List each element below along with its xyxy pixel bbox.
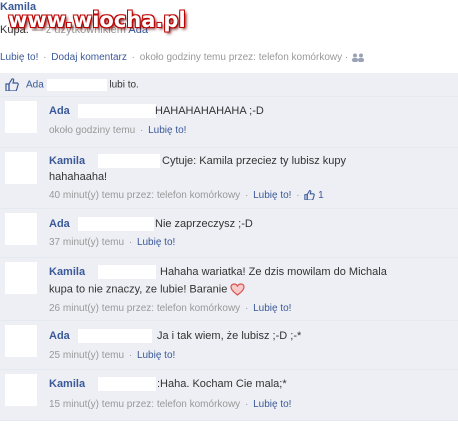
avatar[interactable] (5, 213, 37, 245)
comment-text: HAHAHAHAHAHA ;-D (155, 105, 264, 117)
comment-item: Ada Nie zaprzeczysz ;-D 37 minut(y) temu… (0, 209, 458, 258)
comment-text: Nie zaprzeczysz ;-D (155, 218, 253, 230)
comment-meta: około godziny temu · Lubię to! (49, 125, 186, 136)
comment-item: Kamila Hahaha wariatka! Ze dzis mowilam … (0, 258, 458, 321)
comment-text: Hahaha wariatka! Ze dzis mowilam do Mich… (160, 266, 387, 278)
avatar[interactable] (5, 325, 37, 357)
redaction (46, 79, 107, 91)
separator: · (244, 190, 249, 201)
avatar[interactable] (5, 262, 37, 294)
comment-time: 40 minut(y) temu przez: telefon komórkow… (49, 190, 241, 201)
likes-suffix: lubi to. (109, 79, 139, 91)
redaction (78, 217, 154, 231)
comment-text-line2: kupa to nie znaczy, ze lubie! Baranie (49, 283, 228, 296)
avatar[interactable] (5, 101, 37, 133)
likes-bar: Ada lubi to. (0, 73, 458, 97)
redaction (98, 265, 156, 279)
comment-time: 37 minut(y) temu (49, 237, 125, 248)
comment-meta: 40 minut(y) temu przez: telefon komórkow… (49, 190, 324, 201)
heart-emoticon (230, 283, 246, 296)
comment-item: Kamila Cytuje: Kamila przeciez ty lubisz… (0, 148, 458, 209)
comment-text: :Haha. Kocham Cie mala;* (157, 378, 287, 390)
comment-like-count[interactable]: 1 (318, 190, 324, 201)
thumbs-up-icon[interactable] (304, 190, 316, 201)
comment-item: Ada HAHAHAHAHAHA ;-D około godziny temu … (0, 97, 458, 148)
redaction (78, 104, 156, 118)
redaction (98, 377, 156, 391)
comment-time: 25 minut(y) temu (49, 350, 125, 361)
comment-meta: 26 minut(y) temu przez: telefon komórkow… (49, 303, 291, 314)
separator: · (131, 52, 135, 63)
comment-like-link[interactable]: Lubię to! (137, 350, 175, 361)
comment-like-link[interactable]: Lubię to! (148, 125, 186, 136)
separator: · (139, 125, 144, 136)
comment-author[interactable]: Ada (49, 105, 70, 117)
comment-like-link[interactable]: Lubię to! (137, 237, 175, 248)
separator: · (296, 190, 300, 201)
status-post: Kamila Kupa. — z użytkownikiem Ada www.w… (0, 0, 458, 70)
separator: · (128, 237, 133, 248)
post-meta: około godziny temu przez: telefon komórk… (139, 52, 349, 63)
comment-like-link[interactable]: Lubię to! (253, 303, 291, 314)
redaction (78, 329, 152, 343)
comment-text-line2-row: kupa to nie znaczy, ze lubie! Baranie (49, 283, 246, 296)
like-link[interactable]: Lubię to! (0, 52, 38, 63)
comment-text-line2: hahahaaha! (49, 171, 108, 183)
like-user[interactable]: Ada (26, 80, 44, 91)
avatar[interactable] (5, 152, 37, 184)
comment-meta: 37 minut(y) temu · Lubię to! (49, 237, 175, 248)
comment-time: 26 minut(y) temu przez: telefon komórkow… (49, 303, 241, 314)
comment-author[interactable]: Ada (49, 330, 70, 342)
comment-item: Kamila :Haha. Kocham Cie mala;* 15 minut… (0, 370, 458, 421)
comment-meta: 15 minut(y) temu przez: telefon komórkow… (49, 399, 291, 410)
comment-time: 15 minut(y) temu przez: telefon komórkow… (49, 399, 241, 410)
post-actions: Lubię to! · Dodaj komentarz · około godz… (0, 52, 365, 63)
comment-like-link[interactable]: Lubię to! (253, 190, 291, 201)
redaction (98, 154, 160, 168)
separator: · (128, 350, 133, 361)
comment-author[interactable]: Kamila (49, 378, 85, 390)
separator: · (43, 52, 47, 63)
comment-author[interactable]: Kamila (49, 155, 85, 167)
comment-author[interactable]: Kamila (49, 266, 85, 278)
avatar[interactable] (5, 374, 37, 406)
separator: · (244, 303, 249, 314)
add-comment-link[interactable]: Dodaj komentarz (51, 52, 127, 63)
comment-like-link[interactable]: Lubię to! (253, 399, 291, 410)
comment-time: około godziny temu (49, 125, 136, 136)
comment-author[interactable]: Ada (49, 218, 70, 230)
watermark-logo: www.wiocha.pl (8, 8, 186, 32)
separator: · (244, 399, 249, 410)
comment-text: Ja i tak wiem, że lubisz ;-D ;-* (157, 330, 302, 342)
thumbs-up-icon (5, 78, 19, 91)
comment-text: Cytuje: Kamila przeciez ty lubisz kupy (162, 155, 347, 167)
people-icon[interactable] (351, 53, 365, 62)
comment-meta: 25 minut(y) temu · Lubię to! (49, 350, 175, 361)
comment-item: Ada Ja i tak wiem, że lubisz ;-D ;-* 25 … (0, 321, 458, 370)
